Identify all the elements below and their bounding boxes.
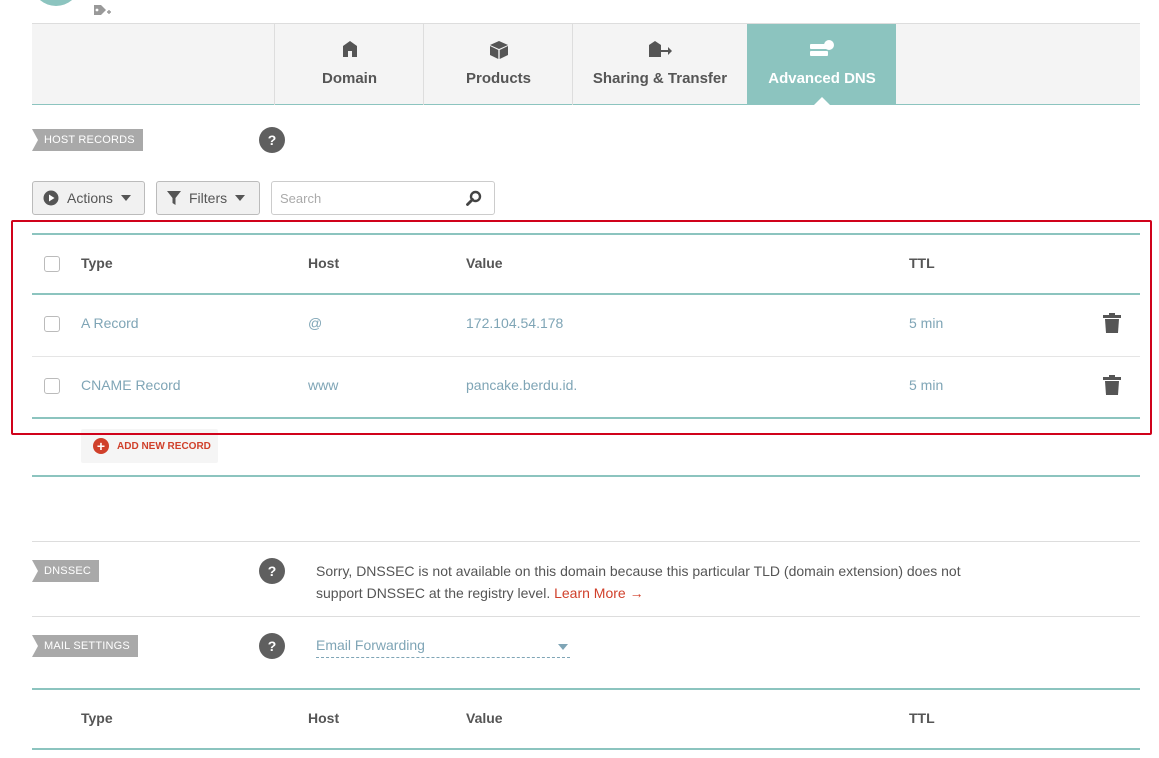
record-value[interactable]: 172.104.54.178 (466, 315, 563, 331)
row-checkbox[interactable] (44, 378, 60, 394)
search-box (271, 181, 495, 215)
row-divider (32, 356, 1140, 357)
filters-label: Filters (189, 190, 228, 206)
filter-icon (167, 191, 181, 205)
record-type[interactable]: A Record (81, 315, 139, 331)
section-divider (32, 475, 1140, 477)
tab-sharing-transfer[interactable]: Sharing & Transfer (572, 24, 747, 105)
search-icon[interactable] (466, 190, 482, 206)
record-value[interactable]: pancake.berdu.id. (466, 377, 577, 393)
column-header-host: Host (308, 255, 340, 271)
record-ttl[interactable]: 5 min (909, 315, 943, 331)
tab-domain[interactable]: Domain (274, 24, 424, 105)
search-input[interactable] (272, 182, 452, 214)
mail-settings-label: MAIL SETTINGS (32, 635, 138, 657)
record-host[interactable]: www (308, 377, 338, 393)
host-records-label: HOST RECORDS (32, 129, 143, 151)
column-header-value: Value (466, 710, 503, 726)
box-icon (489, 41, 508, 59)
chevron-down-icon (120, 195, 131, 201)
column-header-type: Type (81, 255, 113, 271)
tab-products[interactable]: Products (423, 24, 573, 105)
table-divider (32, 233, 1140, 235)
tab-label: Sharing & Transfer (592, 70, 728, 87)
chevron-down-icon (558, 644, 568, 650)
column-header-ttl: TTL (909, 710, 935, 726)
plus-icon: + (93, 438, 109, 454)
row-checkbox[interactable] (44, 316, 60, 332)
mail-settings-select[interactable]: Email Forwarding (316, 634, 570, 658)
section-divider (32, 616, 1140, 617)
mail-settings-value: Email Forwarding (316, 637, 425, 653)
dnssec-message: Sorry, DNSSEC is not available on this d… (316, 560, 966, 604)
actions-button[interactable]: Actions (32, 181, 145, 215)
trash-icon[interactable] (1103, 313, 1121, 333)
column-header-type: Type (81, 710, 113, 726)
avatar (34, 0, 78, 6)
domain-tabbar: Domain Products Sharing & Transfer Advan… (32, 23, 1140, 106)
tag-add-icon[interactable] (92, 2, 112, 18)
table-divider (32, 688, 1140, 690)
column-header-host: Host (308, 710, 340, 726)
tab-label: Products (465, 70, 531, 87)
help-icon[interactable]: ? (259, 633, 285, 659)
table-divider (32, 417, 1140, 419)
column-header-value: Value (466, 255, 503, 271)
dnssec-label: DNSSEC (32, 560, 100, 582)
highlight-frame (11, 220, 1152, 435)
add-new-record-button[interactable]: + ADD NEW RECORD (81, 429, 218, 463)
record-type[interactable]: CNAME Record (81, 377, 181, 393)
table-divider (32, 293, 1140, 295)
tab-advanced-dns[interactable]: Advanced DNS (747, 24, 896, 106)
record-host[interactable]: @ (308, 315, 322, 331)
column-header-ttl: TTL (909, 255, 935, 271)
record-ttl[interactable]: 5 min (909, 377, 943, 393)
tab-label: Domain (321, 70, 377, 87)
play-circle-icon (43, 190, 59, 206)
home-icon (342, 41, 357, 57)
select-all-checkbox[interactable] (44, 256, 60, 272)
tab-label: Advanced DNS (768, 70, 876, 87)
actions-label: Actions (67, 190, 113, 206)
chevron-down-icon (235, 195, 246, 201)
filters-button[interactable]: Filters (156, 181, 260, 215)
server-icon (810, 40, 834, 56)
help-icon[interactable]: ? (259, 127, 285, 153)
section-divider (32, 541, 1140, 542)
learn-more-link[interactable]: Learn More → (554, 585, 643, 601)
transfer-icon (649, 41, 672, 57)
trash-icon[interactable] (1103, 375, 1121, 395)
add-new-record-label: ADD NEW RECORD (117, 440, 211, 452)
help-icon[interactable]: ? (259, 558, 285, 584)
table-divider (32, 748, 1140, 750)
